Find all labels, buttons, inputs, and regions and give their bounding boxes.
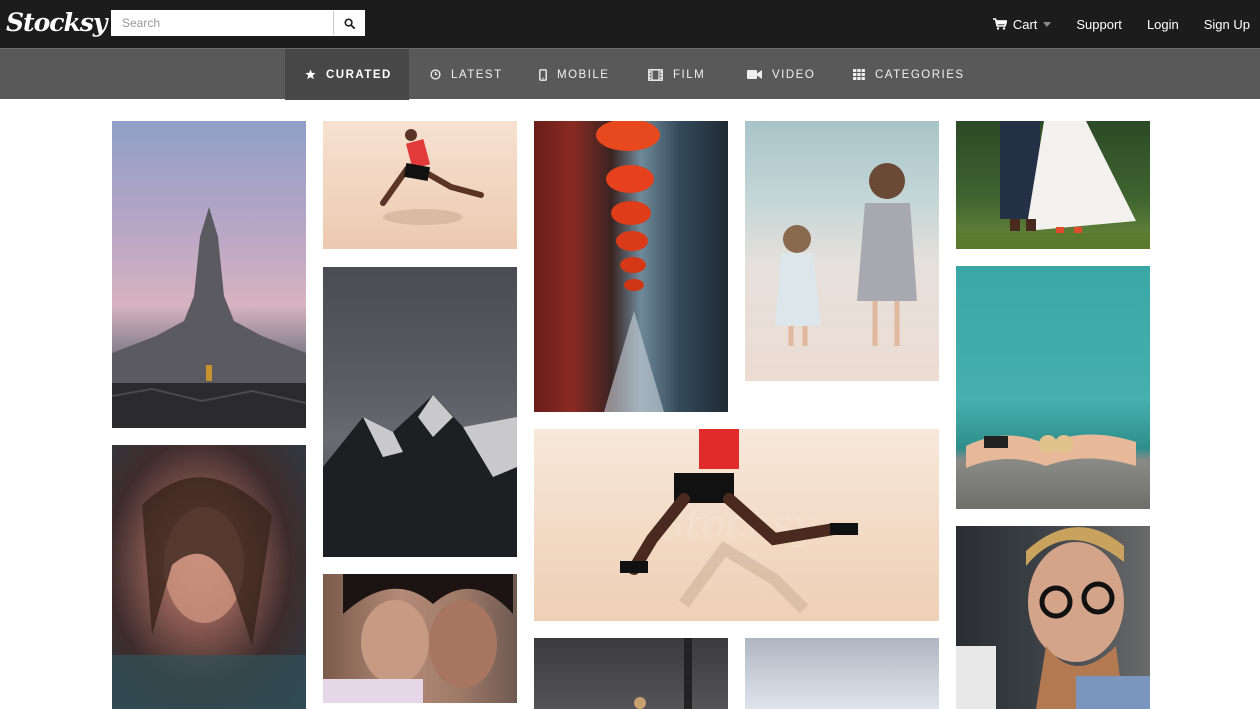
category-nav: CURATED LATEST MOBILE FILM VIDEO CATEGOR… (0, 48, 1260, 100)
tab-label: CURATED (326, 68, 392, 81)
photo-wedding-couple[interactable] (956, 121, 1150, 249)
search-box (111, 10, 365, 36)
lantern-row (596, 121, 664, 412)
tab-mobile[interactable]: MOBILE (539, 49, 609, 100)
couple-figures (956, 121, 1150, 249)
tab-film[interactable]: FILM (648, 49, 705, 100)
photo-runner-leaping[interactable] (323, 121, 517, 249)
search-button[interactable] (333, 11, 364, 35)
cart-label: Cart (1012, 16, 1038, 32)
account-links: Cart Support Login Sign Up (992, 0, 1260, 48)
search-input[interactable] (112, 11, 333, 35)
chevron-down-icon (1043, 21, 1052, 27)
window-shape (634, 638, 692, 709)
top-bar: Stocksy Cart Support Login Sign (0, 0, 1260, 48)
photo-red-lanterns[interactable] (534, 121, 728, 412)
support-link[interactable]: Support (1076, 17, 1122, 32)
photo-mountain-peak[interactable] (323, 267, 517, 557)
tab-video[interactable]: VIDEO (747, 49, 815, 100)
mountain-shape (323, 395, 517, 557)
tab-label: CATEGORIES (875, 68, 965, 81)
photo-grid: Stocksy (0, 99, 1260, 709)
clock-icon (430, 69, 441, 80)
runner-figure (380, 129, 484, 225)
photo-children-beach[interactable] (745, 121, 939, 381)
search-icon (343, 17, 355, 29)
faces-shape (323, 574, 513, 703)
video-camera-icon (747, 69, 762, 80)
portrait-shape (112, 477, 306, 709)
cart-button[interactable]: Cart (992, 16, 1052, 32)
photo-pool-swimmers[interactable] (956, 266, 1150, 509)
tab-label: FILM (673, 68, 706, 81)
photo-runner-sprint[interactable]: Stocksy (534, 429, 939, 621)
man-portrait (956, 527, 1150, 709)
film-strip-icon (648, 68, 663, 81)
photo-two-girls[interactable] (323, 574, 517, 703)
children-figures (775, 163, 917, 346)
login-link[interactable]: Login (1147, 17, 1179, 32)
grid-icon (853, 69, 865, 80)
star-icon (305, 69, 316, 80)
photo-city-window[interactable] (534, 638, 728, 709)
cart-icon (992, 18, 1007, 30)
photo-woman-portrait[interactable] (112, 445, 306, 709)
photo-man-glasses[interactable] (956, 526, 1150, 709)
tab-label: VIDEO (772, 68, 816, 81)
sprinter-figure (620, 429, 858, 614)
tab-categories[interactable]: CATEGORIES (853, 49, 965, 100)
swimmers-figures (966, 434, 1136, 468)
photo-cloudy-sky[interactable] (745, 638, 939, 709)
tab-label: LATEST (451, 68, 503, 81)
tab-curated[interactable]: CURATED (285, 49, 409, 100)
photo-church-dusk[interactable] (112, 121, 306, 428)
tab-latest[interactable]: LATEST (430, 49, 503, 100)
church-silhouette (112, 207, 306, 428)
signup-link[interactable]: Sign Up (1204, 17, 1250, 32)
tab-label: MOBILE (557, 68, 610, 81)
mobile-phone-icon (539, 68, 547, 81)
stocksy-logo[interactable]: Stocksy (6, 8, 107, 38)
